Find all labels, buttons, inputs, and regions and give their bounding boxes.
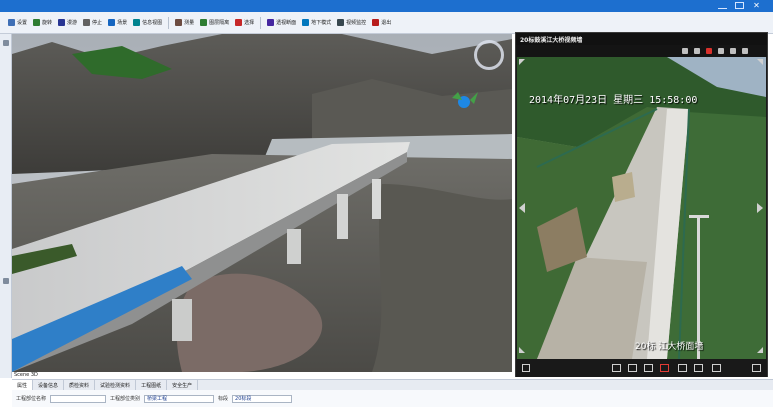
pan-up-left-icon[interactable] [519,59,525,65]
select-icon [235,19,243,26]
pan-up-right-icon[interactable] [757,59,763,65]
toolbar-exit[interactable]: 退出 [372,19,391,26]
pan-down-left-icon[interactable] [519,347,525,353]
field1-label: 工程部位名称 [16,396,47,402]
video-record-icon[interactable] [644,364,653,372]
zoom-out-icon[interactable] [730,48,736,54]
toolbar-separator [168,16,170,29]
section-icon [267,19,275,26]
toolbar-stop[interactable]: 停止 [83,19,102,26]
toolbar-measure[interactable]: 测量 [175,19,194,26]
title-bar: ✕ [0,0,773,12]
info-view-icon [133,19,141,26]
measure-icon [175,19,183,26]
toolbar-info-view[interactable]: 信息视图 [133,19,162,26]
snapshot-icon[interactable] [522,364,530,372]
main-toolbar: 设置 旋转 漫游 停止 场景 信息视图 测量 图层隔离 选择 透视断面 地下模式… [0,12,773,34]
gear-icon [8,19,15,26]
video-panel: 20标鼓溪江大桥视频墙 2014年07月23日 星期三 15:58:00 20标… [515,32,768,377]
field1-input[interactable] [50,394,107,403]
photo-icon[interactable] [628,364,637,372]
toolbar-select[interactable]: 选择 [235,19,254,26]
pan-left-icon[interactable] [519,203,525,213]
dock-panel-icon[interactable] [3,278,9,284]
video-panel-title: 20标鼓溪江大桥视频墙 [520,36,583,44]
toolbar-separator [260,16,262,29]
record-icon[interactable] [694,48,700,54]
field3-label: 标段 [218,396,229,402]
toolbar-scene[interactable]: 场景 [108,19,127,26]
camera-feed[interactable]: 2014年07月23日 星期三 15:58:00 20标 江大桥面墙 [517,57,766,359]
video-panel-header: 20标鼓溪江大桥视频墙 [516,33,767,45]
playback-icon[interactable] [612,364,621,372]
field3-input[interactable]: 20标段 [232,394,293,403]
fullscreen-icon[interactable] [742,48,748,54]
walk-icon [58,19,66,26]
underground-icon [302,19,310,26]
close-button[interactable]: ✕ [752,2,761,10]
stop-icon [83,19,91,26]
maximize-button[interactable] [735,2,744,9]
grid-4-icon[interactable] [678,364,687,372]
layer-isolate-icon [200,19,208,26]
exit-icon [372,19,380,26]
properties-form: 工程部位名称 工程部位类别 桥梁工程 标段 20标段 [12,390,773,407]
field2-input[interactable]: 桥梁工程 [144,394,215,403]
tab-equipment[interactable]: 设备信息 [33,380,65,390]
rotate-icon [33,19,41,26]
video-footer-bar [516,359,767,377]
left-dock-strip [0,34,12,378]
toolbar-video-monitor[interactable]: 视频监控 [337,19,366,26]
toolbar-layer-isolate[interactable]: 图层隔离 [200,19,229,26]
tab-properties[interactable]: 属性 [12,380,34,390]
dock-pin-icon[interactable] [3,40,9,46]
video-control-bar [516,45,767,57]
tab-safety[interactable]: 安全生产 [167,380,199,390]
tab-quality[interactable]: 质检资料 [64,380,96,390]
tab-drawings[interactable]: 工程图纸 [136,380,168,390]
scene-icon [108,19,116,26]
toolbar-settings[interactable]: 设置 [8,19,27,26]
grid-9-icon[interactable] [694,364,703,372]
single-view-icon[interactable] [660,364,669,372]
tab-testing[interactable]: 试验检测资料 [95,380,137,390]
video-caption: 20标 江大桥面墙 [635,342,704,352]
compass-icon[interactable] [474,40,504,70]
bottom-tabs: 属性 设备信息 质检资料 试验检测资料 工程图纸 安全生产 [12,379,773,390]
toolbar-section[interactable]: 透视断面 [267,19,296,26]
video-timestamp: 2014年07月23日 星期三 15:58:00 [529,95,698,106]
field2-label: 工程部位类别 [110,396,141,402]
scene-label: Scene 3D [14,372,38,378]
pan-right-icon[interactable] [757,203,763,213]
ptz-icon[interactable] [706,48,712,54]
video-monitor-icon [337,19,345,26]
camera-icon[interactable] [682,48,688,54]
zoom-in-icon[interactable] [718,48,724,54]
3d-scene-viewport[interactable] [12,34,512,372]
grid-16-icon[interactable] [712,364,721,372]
toolbar-rotate[interactable]: 旋转 [33,19,52,26]
pan-down-right-icon[interactable] [757,347,763,353]
toolbar-underground[interactable]: 地下模式 [302,19,331,26]
minimize-button[interactable] [718,2,727,9]
toolbar-walk[interactable]: 漫游 [58,19,77,26]
3d-scene-render [12,34,512,372]
layout-menu-icon[interactable] [752,364,761,372]
